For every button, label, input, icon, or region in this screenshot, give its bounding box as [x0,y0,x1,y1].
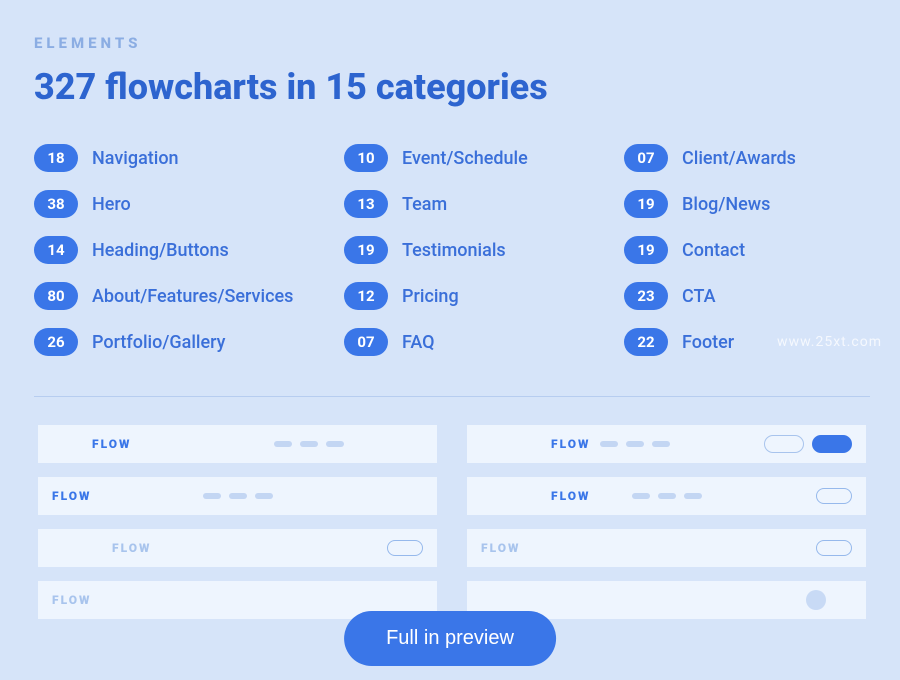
category-count-badge: 10 [344,144,388,172]
category-item[interactable]: 19 Testimonials [344,236,624,264]
flow-logo: FLOW [112,541,151,555]
flow-logo: FLOW [52,489,91,503]
flow-logo: FLOW [481,541,520,555]
category-count-badge: 19 [344,236,388,264]
category-label: Contact [682,240,745,261]
category-count-badge: 80 [34,282,78,310]
category-item[interactable]: 13 Team [344,190,624,218]
category-count-badge: 19 [624,236,668,264]
category-item[interactable]: 38 Hero [34,190,344,218]
section-eyebrow: ELEMENTS [34,34,870,52]
flow-logo: FLOW [551,437,590,451]
watermark: www.25xt.com [777,334,882,350]
category-item[interactable]: 07 FAQ [344,328,624,356]
button-group [816,488,852,504]
category-count-badge: 13 [344,190,388,218]
category-count-badge: 14 [34,236,78,264]
category-item[interactable]: 19 Contact [624,236,870,264]
category-label: Pricing [402,286,459,307]
category-count-badge: 07 [624,144,668,172]
category-count-badge: 22 [624,328,668,356]
category-label: Footer [682,332,734,353]
menu-placeholder-icon [632,493,702,499]
category-item[interactable]: 07 Client/Awards [624,144,870,172]
button-group [764,435,852,453]
flow-logo: FLOW [551,489,590,503]
category-label: Navigation [92,148,179,169]
category-label: Testimonials [402,240,506,261]
flow-logo: FLOW [52,593,91,607]
category-label: Portfolio/Gallery [92,332,225,353]
category-count-badge: 12 [344,282,388,310]
category-label: Heading/Buttons [92,240,229,261]
category-item[interactable]: 19 Blog/News [624,190,870,218]
category-count-badge: 18 [34,144,78,172]
menu-placeholder-icon [203,493,273,499]
flowchart-card[interactable]: FLOW [467,477,866,515]
page-title: 327 flowcharts in 15 categories [34,66,870,108]
category-item[interactable]: 14 Heading/Buttons [34,236,344,264]
menu-placeholder-icon [274,441,344,447]
category-item[interactable]: 18 Navigation [34,144,344,172]
pill-outline-icon [764,435,804,453]
category-label: Client/Awards [682,148,796,169]
flowchart-card[interactable]: FLOW [467,529,866,567]
category-label: Blog/News [682,194,770,215]
flowchart-card[interactable]: FLOW [38,425,437,463]
pill-outline-icon [387,540,423,556]
button-group [387,540,423,556]
category-label: CTA [682,286,716,307]
divider [34,396,870,397]
pill-outline-icon [816,540,852,556]
category-item[interactable]: 26 Portfolio/Gallery [34,328,344,356]
category-count-badge: 19 [624,190,668,218]
category-count-badge: 23 [624,282,668,310]
category-item[interactable]: 80 About/Features/Services [34,282,344,310]
category-count-badge: 07 [344,328,388,356]
category-count-badge: 26 [34,328,78,356]
full-preview-button[interactable]: Full in preview [344,611,556,666]
category-item[interactable]: 10 Event/Schedule [344,144,624,172]
category-label: About/Features/Services [92,286,293,307]
category-item[interactable]: 12 Pricing [344,282,624,310]
pill-solid-icon [812,435,852,453]
flowchart-card[interactable]: FLOW [38,529,437,567]
avatar-icon [806,590,826,610]
preview-cards: FLOW FLOW FLOW FLOW FLOW FLOW FLOW [34,425,870,619]
flow-logo: FLOW [92,437,131,451]
category-count-badge: 38 [34,190,78,218]
flowchart-card[interactable]: FLOW [38,477,437,515]
category-item[interactable]: 23 CTA [624,282,870,310]
button-group [816,540,852,556]
category-label: Hero [92,194,131,215]
menu-placeholder-icon [600,441,670,447]
category-grid: 18 Navigation 10 Event/Schedule 07 Client/A… [34,144,870,356]
category-label: Team [402,194,447,215]
category-label: Event/Schedule [402,148,528,169]
flowchart-card[interactable]: FLOW [467,425,866,463]
category-label: FAQ [402,332,435,353]
pill-outline-icon [816,488,852,504]
